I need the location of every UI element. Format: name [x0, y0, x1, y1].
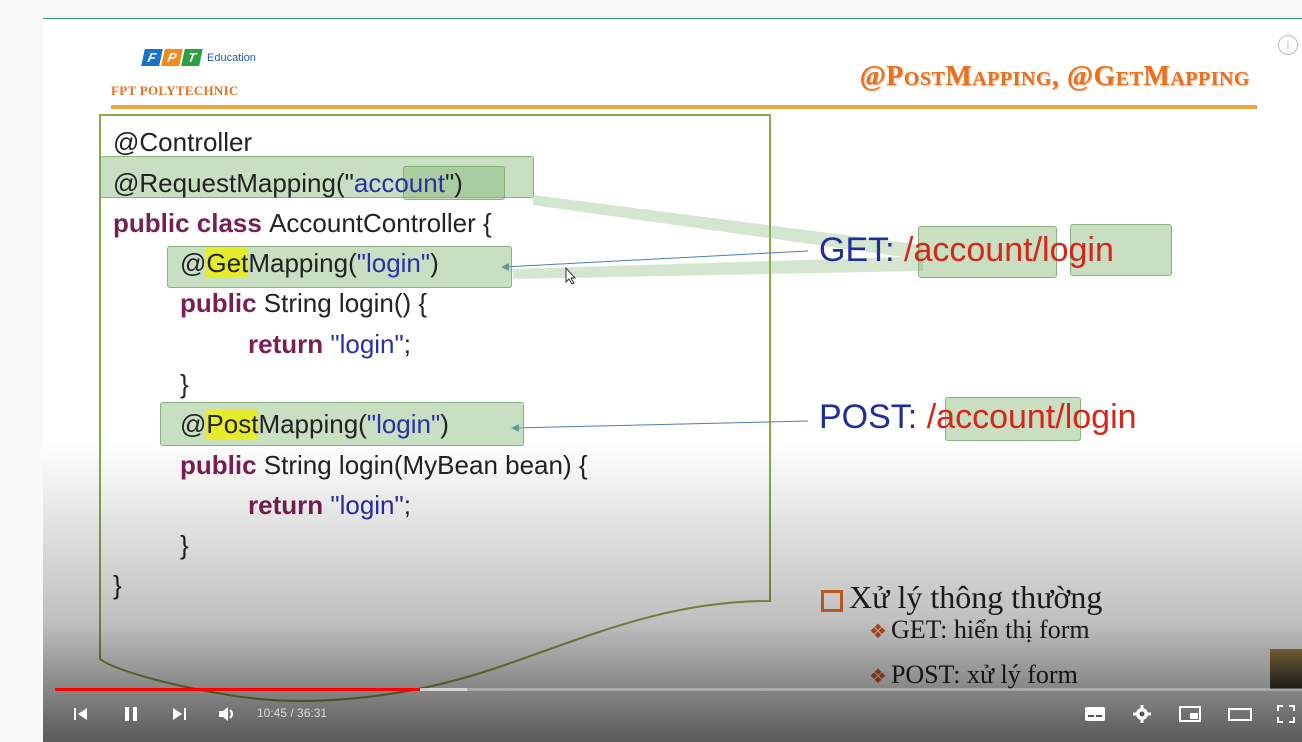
bullet-post: ❖ POST: xử lý form: [869, 660, 1078, 689]
settings-icon[interactable]: [1132, 704, 1152, 724]
code-line-return-1: return "login";: [248, 329, 411, 359]
progress-played: [55, 688, 421, 691]
diamond-bullet-icon: ❖: [869, 621, 887, 643]
diamond-bullet-icon: ❖: [869, 666, 887, 688]
code-line-class: public class AccountController {: [113, 208, 492, 238]
code-line-return-2: return "login";: [248, 490, 411, 520]
code-line-close-2: }: [180, 530, 189, 560]
miniplayer-icon[interactable]: [1179, 704, 1201, 724]
theater-icon[interactable]: [1228, 704, 1252, 724]
code-line-login-get: public String login() {: [180, 288, 428, 318]
next-icon[interactable]: [169, 704, 189, 724]
video-player[interactable]: FPT Education FPT POLYTECHNIC @PostMappi…: [43, 18, 1302, 742]
code-line-requestmapping: @RequestMapping("account"): [113, 168, 463, 198]
volume-icon[interactable]: [217, 704, 237, 724]
fullscreen-icon[interactable]: [1276, 704, 1296, 724]
square-bullet-icon: [821, 589, 843, 612]
code-line-login-post: public String login(MyBean bean) {: [180, 450, 588, 480]
code-line-getmapping: @GetMapping("login"): [180, 248, 439, 278]
code-line-close-3: }: [113, 570, 122, 600]
time-display: 10:45 / 36:31: [257, 706, 328, 720]
progress-bar[interactable]: [55, 688, 1302, 691]
post-url-label: POST: /account/login: [819, 398, 1137, 436]
subtitles-icon[interactable]: [1084, 704, 1106, 724]
presenter-thumbnail: [1270, 649, 1302, 689]
bullet-get: ❖ GET: hiển thị form: [869, 615, 1090, 644]
code-line-controller: @Controller: [113, 127, 253, 157]
previous-icon[interactable]: [71, 704, 91, 724]
get-url-label: GET: /account/login: [819, 231, 1114, 269]
player-controls: 10:45 / 36:31: [43, 694, 1302, 738]
pause-icon[interactable]: [121, 704, 141, 724]
mouse-cursor-icon: [565, 267, 577, 285]
bullet-main: Xử lý thông thường: [821, 579, 1102, 616]
code-line-close-1: }: [180, 369, 189, 399]
code-line-postmapping: @PostMapping("login"): [180, 409, 449, 439]
